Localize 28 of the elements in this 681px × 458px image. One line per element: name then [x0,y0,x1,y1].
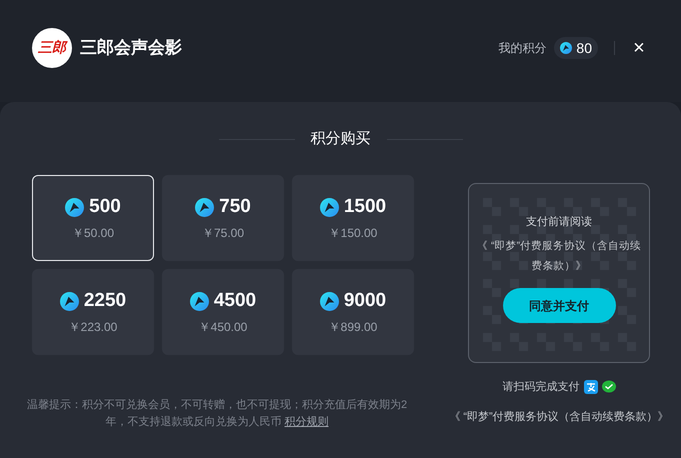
points-badge: 80 [554,37,598,59]
agreement-link[interactable]: 《 “即梦”付费服务协议（含自动续费条款）》 [473,236,645,276]
coin-icon [320,292,339,311]
read-first-text: 支付前请阅读 [526,214,592,230]
points-package-card[interactable]: 4500 ￥450.00 [162,268,284,354]
points-package-card[interactable]: 1500 ￥150.00 [292,174,414,260]
wechat-icon [602,380,616,394]
footer-agreement-link[interactable]: 《 “即梦”付费服务协议（含自动续费条款）》 [449,409,669,426]
rules-link[interactable]: 积分规则 [284,416,329,428]
scan-hint: 请扫码完成支付 [502,380,580,394]
coin-icon [560,42,572,54]
points-package-card[interactable]: 750 ￥75.00 [162,174,284,260]
coin-icon [195,198,214,217]
logo: 三郎 [32,28,72,68]
agree-and-pay-button[interactable]: 同意并支付 [502,288,616,323]
coin-icon [65,198,84,217]
coin-icon [190,292,209,311]
app-title: 三郎会声会影 [80,37,182,60]
close-button[interactable]: × [629,38,649,58]
points-package-card[interactable]: 500 ￥50.00 [32,174,154,260]
coin-icon [60,292,79,311]
coin-icon [320,198,339,217]
points-label: 我的积分 [498,40,546,57]
points-package-card[interactable]: 9000 ￥899.00 [292,268,414,354]
points-package-card[interactable]: 2250 ￥223.00 [32,268,154,354]
alipay-icon [584,380,598,394]
section-title: 积分购买 [310,129,370,149]
notice-text: 温馨提示：积分不可兑换会员，不可转赠，也不可提现；积分充值后有效期为2年，不支持退款或反向兑换为人民币 积分规则 [26,398,408,430]
